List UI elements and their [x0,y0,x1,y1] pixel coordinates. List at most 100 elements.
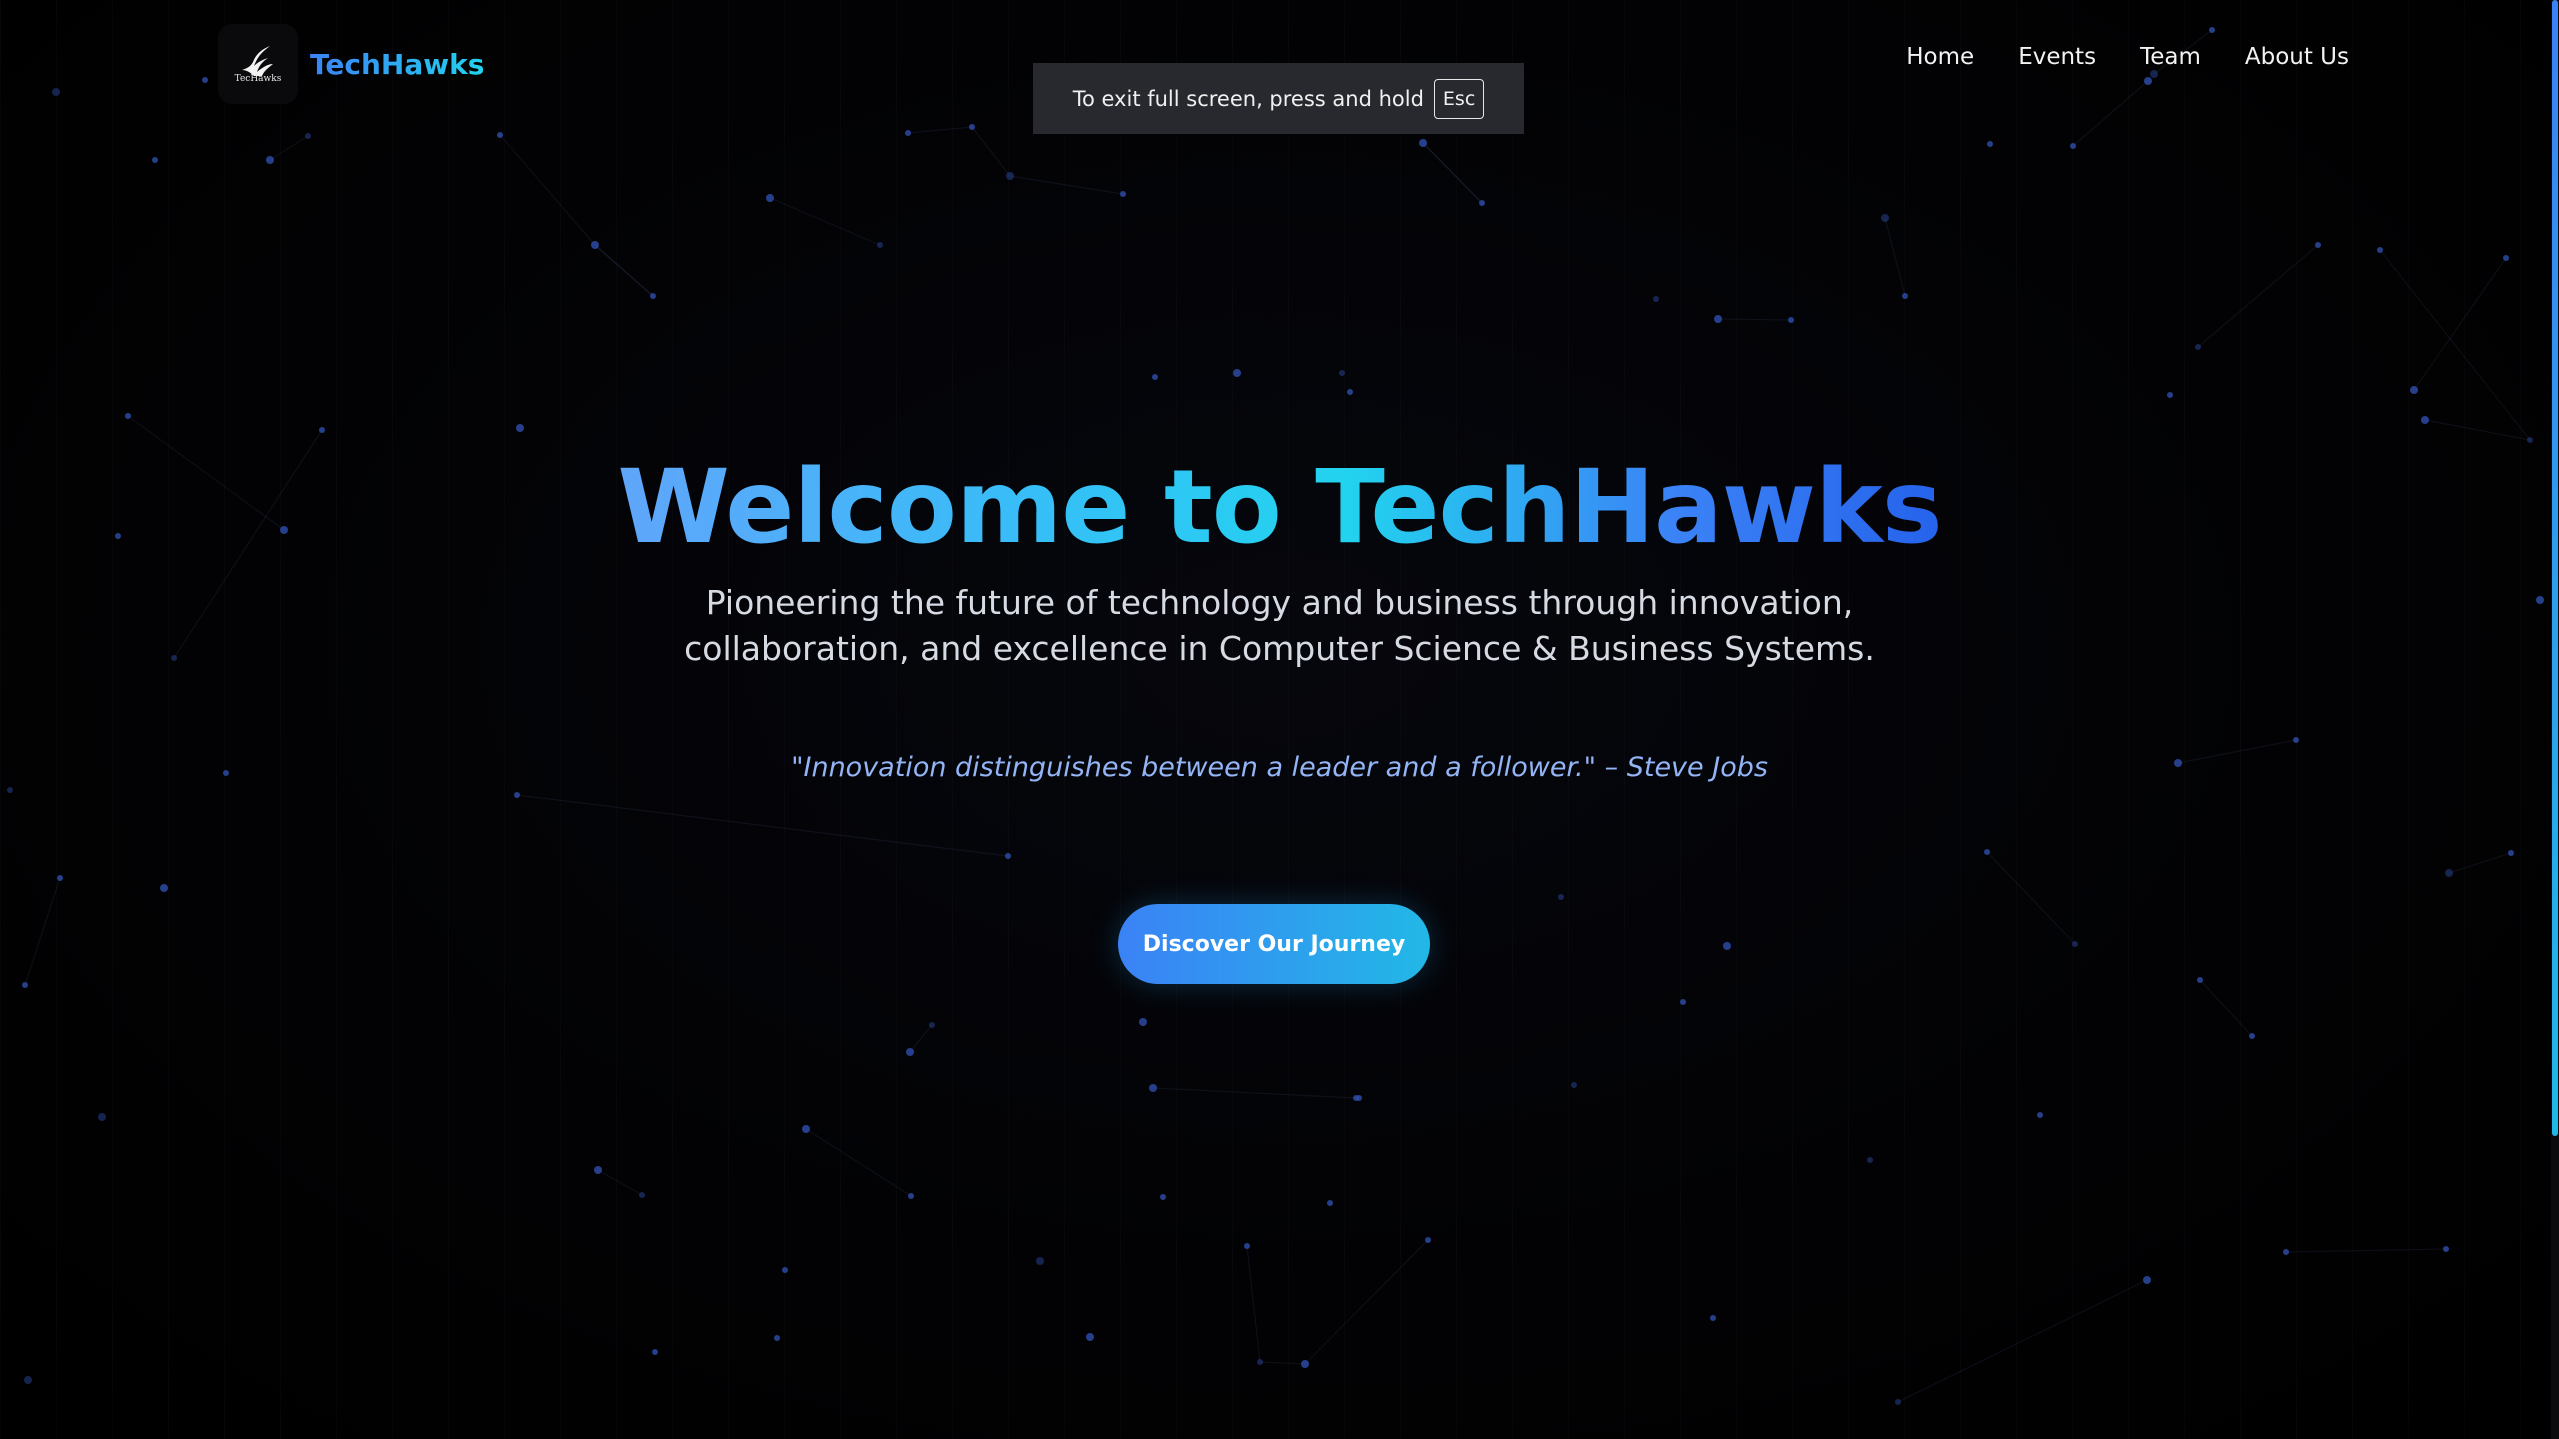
particle-dot [591,241,599,249]
particle-dot [319,427,325,433]
main-nav: Home Events Team About Us [1906,44,2349,70]
particle-dot [1710,1315,1716,1321]
particle-dot [1425,1237,1431,1243]
particle-dot [1723,942,1731,950]
discover-journey-button[interactable]: Discover Our Journey [1118,904,1430,984]
particle-dot [877,242,883,248]
particle-dot [802,1125,810,1133]
nav-about-us[interactable]: About Us [2245,44,2349,70]
particle-dot [774,1335,780,1341]
scrollbar-thumb[interactable] [2552,0,2558,1136]
particle-link [1717,318,1792,321]
particle-dot [969,124,975,130]
particle-dot [1571,1082,1577,1088]
particle-dot [2070,143,2076,149]
particle-dot [1680,999,1686,1005]
particle-dot [1086,1333,1094,1341]
esc-key-badge: Esc [1433,78,1485,119]
particle-dot [2508,850,2514,856]
particle-dot [2410,386,2418,394]
particle-dot [1327,1200,1333,1206]
fullscreen-notice-text: To exit full screen, press and hold [1072,86,1424,111]
particle-dot [2283,1249,2289,1255]
particle-dot [906,1048,914,1056]
hero-subtitle-line: Pioneering the future of technology and … [705,583,1854,622]
particle-dot [125,413,131,419]
particle-dot [202,77,208,83]
particle-link [1152,1087,1357,1099]
particle-dot [1339,370,1345,376]
particle-dot [650,293,656,299]
particle-dot [22,982,28,988]
particle-dot [639,1192,645,1198]
particle-link [2379,249,2531,441]
particle-dot [2209,27,2215,33]
particle-dot [2377,247,2383,253]
particle-dot [2421,416,2429,424]
particle-link [1897,1279,2148,1403]
hero-quote: "Innovation distinguishes between a lead… [791,752,1768,783]
particle-dot [1347,389,1353,395]
particle-link [2424,419,2531,441]
particle-link [1259,1361,1306,1365]
particle-link [1246,1245,1261,1363]
particle-dot [98,1113,106,1121]
particle-dot [266,156,274,164]
particle-dot [2143,1276,2151,1284]
particle-dot [1233,369,1241,377]
nav-team[interactable]: Team [2140,44,2201,70]
particle-link [2199,979,2253,1037]
scrollbar-track[interactable] [2551,0,2559,1439]
particle-link [909,1024,933,1053]
page-background: TecHawks TechHawks Home Events Team Abou… [0,0,2559,1439]
particle-dot [1257,1359,1263,1365]
particle-dot [52,88,60,96]
particle-link [971,126,1011,177]
particle-dot [1653,296,1659,302]
particle-link [516,794,1009,857]
particle-dot [1714,315,1722,323]
particle-dot [516,424,524,432]
logo-text: TecHawks [234,74,282,84]
hawk-wing-icon [242,46,273,76]
particle-dot [160,884,168,892]
brand-name[interactable]: TechHawks [310,48,484,81]
particle-dot [2445,869,2453,877]
particle-dot [1984,849,1990,855]
hero-subtitle-line: collaboration, and excellence in Compute… [684,629,1875,668]
particle-dot [905,130,911,136]
particle-dot [1006,172,1014,180]
logo-badge[interactable]: TecHawks [218,24,298,104]
particle-dot [652,1349,658,1355]
particle-dot [1139,1018,1147,1026]
hero-title: Welcome to TechHawks [617,445,1942,570]
particle-dot [152,157,158,163]
particle-dot [1120,191,1126,197]
particle-dot [2315,242,2321,248]
particle-dot [2249,1033,2255,1039]
particle-dot [514,792,520,798]
particle-link [1884,217,1906,297]
particle-dot [1356,1095,1362,1101]
particle-link [597,1169,643,1196]
particle-dot [24,1376,32,1384]
particle-dot [1149,1084,1157,1092]
particle-dot [1479,200,1485,206]
particle-link [269,135,309,161]
brand[interactable]: TecHawks TechHawks [218,24,484,104]
particle-dot [1895,1399,1901,1405]
particle-link [1009,175,1124,195]
particle-dot [1867,1157,1873,1163]
nav-home[interactable]: Home [1906,44,1974,70]
particle-dot [1160,1194,1166,1200]
particle-dot [497,132,503,138]
nav-events[interactable]: Events [2018,44,2096,70]
particle-link [907,126,973,134]
particle-link [2413,257,2507,391]
particle-link [2285,1248,2447,1253]
particle-dot [1558,894,1564,900]
particle-dot [57,875,63,881]
particle-dot [2503,255,2509,261]
particle-link [499,134,596,246]
particle-link [2072,80,2149,147]
